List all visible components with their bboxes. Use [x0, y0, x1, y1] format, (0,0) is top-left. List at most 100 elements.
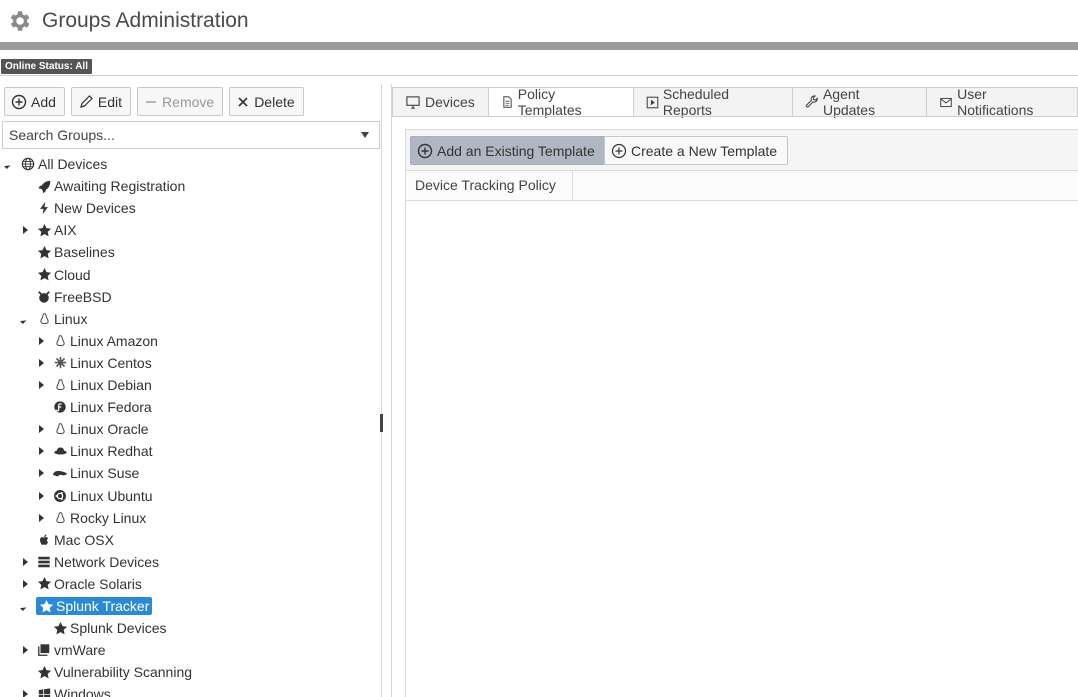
add-existing-template-button[interactable]: Add an Existing Template	[410, 136, 606, 165]
tabs-divider	[392, 116, 1078, 117]
add-existing-template-label: Add an Existing Template	[437, 142, 595, 159]
tree-node-label: FreeBSD	[54, 288, 112, 305]
tree-node-content: Linux Centos	[52, 355, 152, 371]
tab-agent-updates[interactable]: Agent Updates	[792, 86, 928, 118]
tree-node-label: New Devices	[54, 200, 136, 217]
tab-devices[interactable]: Devices	[392, 87, 489, 117]
suse-icon	[52, 465, 68, 481]
tree-node-label: Splunk Devices	[70, 620, 167, 637]
templates-toolbar: Add an Existing Template Create a New Te…	[406, 130, 1078, 170]
tree-node-label: Network Devices	[54, 553, 160, 570]
tree-node-label: Linux Redhat	[70, 443, 153, 460]
star-icon	[38, 598, 54, 614]
expand-arrow-icon[interactable]	[36, 513, 46, 523]
expand-arrow-icon[interactable]	[36, 491, 46, 501]
vmware-icon	[36, 642, 52, 658]
tree-node-label: Linux Ubuntu	[70, 487, 153, 504]
tree-node-new-devices[interactable]: New Devices	[36, 198, 136, 218]
expand-arrow-icon[interactable]	[20, 689, 30, 697]
document-icon	[501, 95, 514, 109]
tree-node-linux-ubuntu[interactable]: Linux Ubuntu	[52, 486, 153, 506]
monitor-icon	[405, 95, 421, 110]
tree-node-network-devices[interactable]: Network Devices	[36, 552, 159, 572]
tree-node-content: Linux Fedora	[52, 399, 152, 415]
tree-node-rocky-linux[interactable]: Rocky Linux	[52, 508, 146, 528]
tree-node-splunk-devices[interactable]: Splunk Devices	[52, 618, 167, 638]
title-divider	[0, 42, 1078, 50]
expand-arrow-icon[interactable]	[20, 645, 30, 655]
tree-node-linux[interactable]: Linux	[36, 309, 87, 329]
tree-node-linux-centos[interactable]: Linux Centos	[52, 353, 152, 373]
panel-splitter-handle[interactable]	[380, 414, 383, 432]
tree-node-windows[interactable]: Windows	[36, 684, 111, 697]
tree-node-label: Linux Suse	[70, 465, 140, 482]
tree-node-oracle-solaris[interactable]: Oracle Solaris	[36, 574, 142, 594]
tab-policy-templates[interactable]: Policy Templates	[488, 86, 634, 118]
details-panel: Devices Policy Templates Scheduled Reports…	[391, 84, 1078, 697]
plus-circle-icon	[11, 94, 27, 109]
tree-node-baselines[interactable]: Baselines	[36, 242, 115, 262]
linux-icon	[52, 510, 68, 526]
tree-node-linux-oracle[interactable]: Linux Oracle	[52, 419, 149, 439]
tree-node-label: All Devices	[38, 156, 108, 172]
expand-arrow-icon[interactable]	[20, 579, 30, 589]
tree-node-content: Linux Amazon	[52, 333, 158, 349]
search-groups-field[interactable]	[2, 121, 380, 149]
linux-icon	[36, 311, 52, 327]
column-header-device-tracking-policy[interactable]: Device Tracking Policy	[406, 171, 573, 200]
tree-node-label: Linux Amazon	[70, 332, 158, 349]
tree-node-linux-debian[interactable]: Linux Debian	[52, 375, 152, 395]
tab-user-notifications[interactable]: User Notifications	[927, 86, 1078, 118]
expand-arrow-icon[interactable]	[36, 380, 46, 390]
expand-arrow-icon[interactable]	[20, 557, 30, 567]
expand-arrow-icon[interactable]	[20, 225, 30, 235]
tree-node-linux-fedora[interactable]: Linux Fedora	[52, 397, 152, 417]
tree-node-content: All Devices	[20, 156, 107, 172]
tree-node-content: Linux Ubuntu	[52, 488, 153, 504]
expand-arrow-icon[interactable]	[36, 424, 46, 434]
tab-label: User Notifications	[957, 86, 1034, 118]
collapse-arrow-icon[interactable]	[20, 601, 30, 611]
edit-button[interactable]: Edit	[70, 87, 132, 116]
collapse-arrow-icon[interactable]	[20, 314, 30, 324]
apple-icon	[36, 532, 52, 548]
online-status-badge[interactable]: Online Status: All	[1, 59, 92, 74]
tree-node-all-devices[interactable]: All Devices	[20, 154, 107, 174]
tree-node-content: Splunk Tracker	[36, 597, 153, 615]
delete-button[interactable]: Delete	[229, 87, 304, 116]
tree-node-label: Baselines	[54, 244, 115, 261]
star-icon	[36, 244, 52, 260]
tree-node-aix[interactable]: AIX	[36, 220, 77, 240]
expand-arrow-icon[interactable]	[36, 336, 46, 346]
tree-node-linux-amazon[interactable]: Linux Amazon	[52, 331, 158, 351]
star-icon	[52, 620, 68, 636]
tree-node-vmware[interactable]: vmWare	[36, 640, 106, 660]
tree-node-label: AIX	[54, 222, 77, 239]
expand-arrow-icon[interactable]	[36, 358, 46, 368]
centos-icon	[52, 355, 68, 371]
tree-node-content: Linux Suse	[52, 465, 139, 481]
play-icon	[646, 96, 659, 109]
tree-node-cloud[interactable]: Cloud	[36, 265, 91, 285]
details-tabs: Devices Policy Templates Scheduled Reports…	[392, 86, 1078, 118]
tree-node-splunk-tracker[interactable]: Splunk Tracker	[36, 596, 153, 616]
add-button[interactable]: Add	[4, 87, 65, 116]
expand-arrow-icon[interactable]	[36, 446, 46, 456]
tree-node-mac-osx[interactable]: Mac OSX	[36, 530, 114, 550]
tab-scheduled-reports[interactable]: Scheduled Reports	[633, 86, 793, 118]
tree-node-vulnerability-scanning[interactable]: Vulnerability Scanning	[36, 662, 192, 682]
collapse-arrow-icon[interactable]	[4, 159, 14, 169]
search-groups-input[interactable]	[3, 122, 343, 148]
create-new-template-button[interactable]: Create a New Template	[604, 136, 789, 165]
expand-arrow-icon[interactable]	[36, 468, 46, 478]
tree-node-awaiting-registration[interactable]: Awaiting Registration	[36, 176, 185, 196]
tree-node-linux-redhat[interactable]: Linux Redhat	[52, 441, 153, 461]
rocket-icon	[36, 178, 52, 194]
pencil-icon	[80, 94, 93, 108]
tree-node-content: Vulnerability Scanning	[36, 664, 192, 680]
remove-button[interactable]: Remove	[137, 87, 224, 116]
tree-node-linux-suse[interactable]: Linux Suse	[52, 463, 139, 483]
chevron-down-icon[interactable]	[361, 132, 369, 138]
title-bar: Groups Administration	[0, 0, 1078, 42]
tree-node-freebsd[interactable]: FreeBSD	[36, 287, 112, 307]
